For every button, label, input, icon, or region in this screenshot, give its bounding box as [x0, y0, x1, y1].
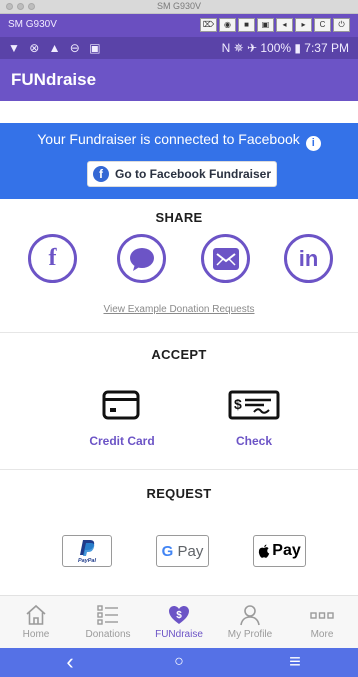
- check-icon[interactable]: $: [228, 390, 280, 425]
- paypal-button[interactable]: PayPal: [62, 535, 112, 567]
- emulator-toolbar: SM G930V ⌦ ◉ ■ ▣ ◂ ▸ C ⏻: [0, 14, 358, 37]
- tab-more[interactable]: More: [286, 596, 358, 649]
- share-messenger-button[interactable]: [117, 234, 166, 283]
- tab-fundraise-label: FUNdraise: [155, 629, 203, 640]
- linkedin-icon: in: [298, 245, 319, 271]
- tab-donations-label: Donations: [85, 629, 131, 640]
- google-g-icon: G: [161, 542, 174, 560]
- rotate-button[interactable]: C: [314, 18, 331, 32]
- window-title: SM G930V: [156, 1, 202, 11]
- device-label: SM G930V: [8, 19, 57, 30]
- share-facebook-button[interactable]: f: [28, 234, 77, 283]
- back-button[interactable]: ‹: [50, 651, 90, 673]
- tab-fundraise[interactable]: $ FUNdraise: [143, 596, 215, 649]
- record-button[interactable]: ◉: [219, 18, 236, 32]
- messenger-icon: [129, 247, 154, 271]
- credit-card-icon[interactable]: [102, 390, 140, 425]
- home-icon: [26, 604, 46, 625]
- email-icon: [212, 247, 239, 270]
- emulator-controls: ⌦ ◉ ■ ▣ ◂ ▸ C ⏻: [200, 18, 350, 32]
- volume-up-button[interactable]: ▸: [295, 18, 312, 32]
- status-bar: ▼ ⊗ ▲ ⊖ ▣ N ✵ ✈ 100% ▮ 7:37 PM: [0, 37, 358, 59]
- video-button[interactable]: ■: [238, 18, 255, 32]
- go-to-facebook-label: Go to Facebook Fundraiser: [114, 167, 272, 181]
- tab-home-label: Home: [22, 629, 50, 640]
- more-icon: [310, 612, 334, 619]
- view-example-donation-requests-link[interactable]: View Example Donation Requests: [0, 304, 358, 315]
- tab-my-profile[interactable]: My Profile: [214, 596, 286, 649]
- headphones-button[interactable]: ⌦: [200, 18, 217, 32]
- google-pay-label: G Pay: [161, 542, 204, 560]
- android-nav-bar: ‹ ○ ≡: [0, 648, 358, 677]
- home-button[interactable]: ○: [159, 651, 199, 673]
- facebook-message-row: Your Fundraiser is connected to Facebook…: [0, 131, 358, 151]
- share-linkedin-button[interactable]: in: [284, 234, 333, 283]
- apple-pay-label: Pay: [272, 542, 301, 559]
- check-label[interactable]: Check: [204, 434, 304, 448]
- profile-icon: [240, 605, 260, 626]
- volume-down-button[interactable]: ◂: [276, 18, 293, 32]
- facebook-message: Your Fundraiser is connected to Facebook: [37, 131, 300, 147]
- page-title: FUNdraise: [11, 70, 97, 89]
- go-to-facebook-button[interactable]: f Go to Facebook Fundraiser: [87, 161, 277, 187]
- svg-text:PayPal: PayPal: [78, 558, 97, 564]
- tab-more-label: More: [310, 629, 334, 640]
- tab-donations[interactable]: Donations: [72, 596, 144, 649]
- status-right: N ✵ ✈ 100% ▮ 7:37 PM: [221, 41, 349, 55]
- facebook-icon: f: [92, 166, 109, 182]
- heart-dollar-icon: $: [169, 606, 189, 624]
- share-heading: SHARE: [155, 210, 203, 225]
- request-heading: REQUEST: [146, 486, 212, 501]
- tab-home[interactable]: Home: [0, 596, 72, 649]
- apple-pay-button[interactable]: Pay: [253, 535, 306, 567]
- info-icon[interactable]: i: [305, 136, 321, 151]
- svg-text:$: $: [234, 396, 242, 412]
- section-divider: [0, 469, 358, 470]
- apple-icon: [259, 544, 270, 558]
- facebook-icon: f: [48, 245, 57, 271]
- accept-heading: ACCEPT: [151, 347, 207, 362]
- camera-button[interactable]: ▣: [257, 18, 274, 32]
- section-divider: [0, 332, 358, 333]
- credit-card-label[interactable]: Credit Card: [72, 434, 172, 448]
- paypal-icon: PayPal: [78, 540, 97, 564]
- share-email-button[interactable]: [201, 234, 250, 283]
- notification-icons: ▼ ⊗ ▲ ⊖ ▣: [8, 41, 104, 55]
- svg-text:$: $: [176, 610, 182, 621]
- bottom-tab-bar: Home Donations $ FUNdraise My Profile Mo…: [0, 595, 358, 648]
- recents-button[interactable]: ≡: [275, 651, 315, 673]
- google-pay-button[interactable]: G Pay: [156, 535, 209, 567]
- list-icon: [97, 605, 118, 625]
- app-header: FUNdraise: [0, 59, 358, 101]
- facebook-banner: Your Fundraiser is connected to Facebook…: [0, 123, 358, 199]
- emulator-title-bar: SM G930V: [0, 0, 358, 14]
- power-button[interactable]: ⏻: [333, 18, 350, 32]
- tab-my-profile-label: My Profile: [227, 629, 273, 640]
